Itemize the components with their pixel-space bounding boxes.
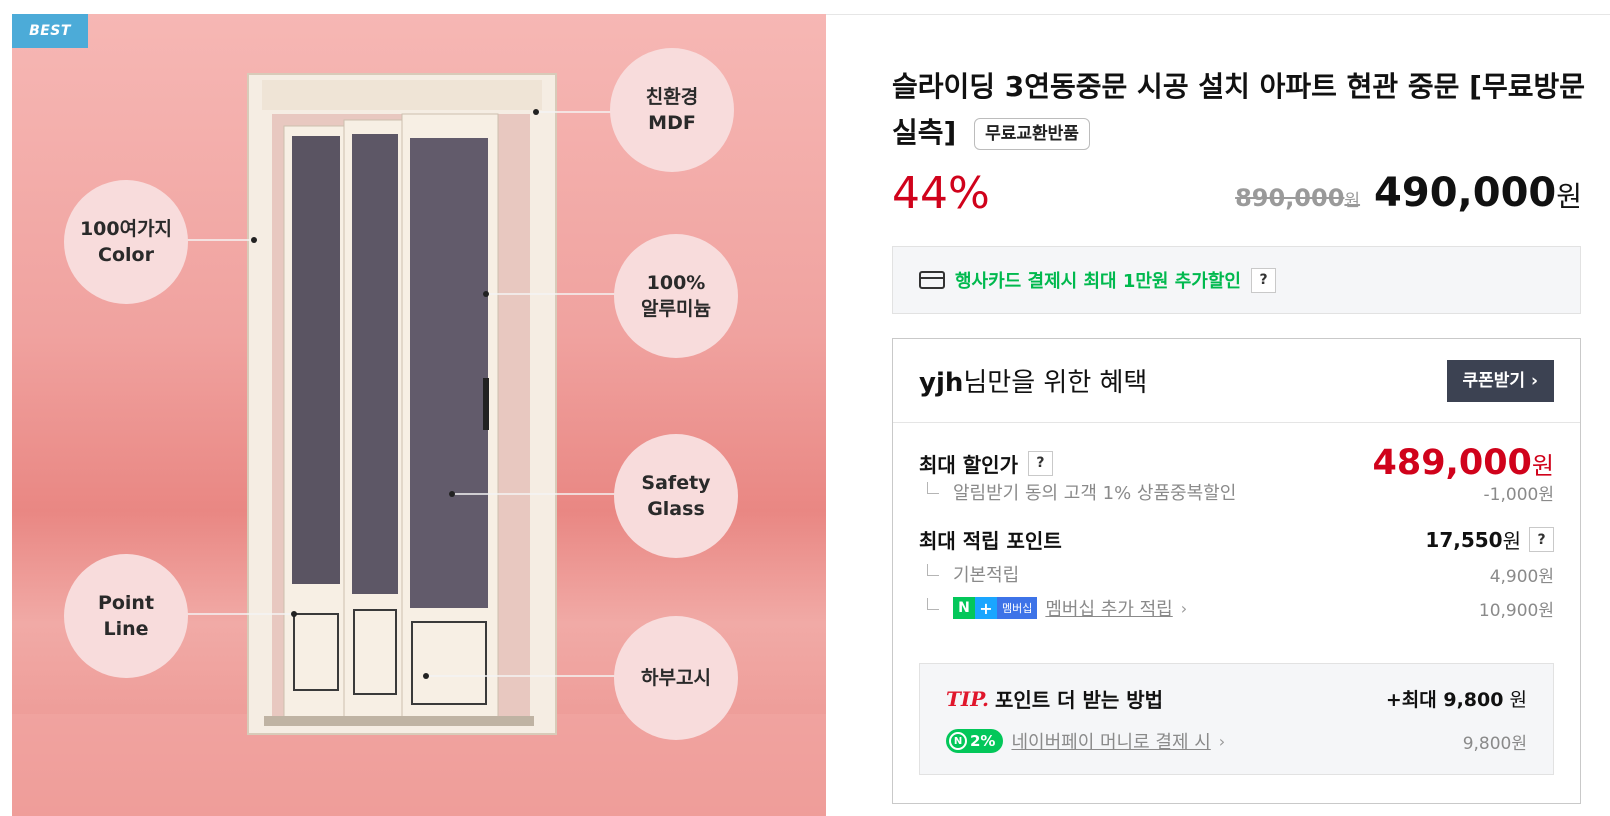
max-discount-label: 최대 할인가 ? (919, 449, 1053, 478)
tip-header-row: TIP. 포인트 더 받는 방법 +최대 9,800 원 (946, 684, 1527, 713)
card-promo-banner: 행사카드 결제시 최대 1만원 추가할인 ? (892, 246, 1581, 314)
original-price: 890,000원 (1235, 184, 1360, 212)
max-discount-row: 최대 할인가 ? 489,000원 (919, 443, 1554, 483)
best-badge: BEST (12, 14, 88, 48)
max-discount-sub-text: 알림받기 동의 고객 1% 상품중복할인 (953, 483, 1237, 504)
max-discount-price-unit: 원 (1531, 452, 1554, 480)
original-price-value: 890,000 (1235, 184, 1345, 212)
tip-label-text: 포인트 더 받는 방법 (994, 688, 1164, 712)
price-row: 890,000원 490,000원 (1235, 170, 1582, 216)
callout-eco-mdf: 친환경 MDF (610, 48, 734, 172)
points-row: 최대 적립 포인트 17,550 원 ? (919, 525, 1554, 554)
membership-points-value: 10,900원 (1478, 600, 1554, 621)
membership-points-row: N + 멤버십 멤버십 추가 적립 › 10,900원 (919, 595, 1554, 621)
npay-percent-badge: N 2% (946, 729, 1004, 753)
membership-badge-text: 멤버십 (997, 597, 1038, 619)
membership-points-label: N + 멤버십 멤버십 추가 적립 › (919, 595, 1187, 621)
benefit-title-user: yjh (919, 368, 964, 398)
elbow-icon (927, 598, 939, 610)
callout-color: 100여가지 Color (64, 180, 188, 304)
callout-lower-rail: 하부고시 (614, 616, 738, 740)
card-promo-help-button[interactable]: ? (1251, 267, 1276, 293)
tip-label: TIP. 포인트 더 받는 방법 (946, 684, 1163, 713)
chevron-right-icon: › (1218, 731, 1226, 751)
product-title: 슬라이딩 3연동중문 시공 설치 아파트 현관 중문 [무료방문실측] 무료교환… (892, 64, 1592, 156)
callout-point-line: Point Line (64, 554, 188, 678)
callout-aluminum: 100% 알루미늄 (614, 234, 738, 358)
sale-price-value: 490,000 (1374, 170, 1557, 216)
naver-pay-icon: N (949, 732, 967, 750)
npay-money-label: N 2% 네이버페이 머니로 결제 시 › (946, 728, 1225, 754)
free-return-tag: 무료교환반품 (974, 118, 1090, 150)
credit-card-icon (919, 271, 945, 289)
max-discount-sub-label: 알림받기 동의 고객 1% 상품중복할인 (919, 479, 1236, 505)
top-divider (826, 14, 1610, 15)
max-discount-label-text: 최대 할인가 (919, 452, 1018, 477)
max-discount-price: 489,000원 (1372, 443, 1554, 483)
max-discount-price-value: 489,000 (1372, 443, 1532, 483)
naver-n-icon: N (953, 597, 975, 619)
max-discount-help-button[interactable]: ? (1027, 450, 1053, 476)
npay-money-value: 9,800원 (1462, 733, 1527, 754)
points-label: 최대 적립 포인트 (919, 529, 1062, 553)
points-help-button[interactable]: ? (1529, 527, 1554, 552)
sale-price: 490,000원 (1374, 170, 1582, 216)
naver-membership-badge: N + 멤버십 (953, 597, 1038, 619)
callout-safety-glass: Safety Glass (614, 434, 738, 558)
points-value-number: 17,550 (1425, 527, 1503, 552)
elbow-icon (927, 564, 939, 576)
benefit-title-rest: 님만을 위한 혜택 (963, 368, 1148, 398)
tip-word: TIP. (946, 686, 989, 711)
coupon-button[interactable]: 쿠폰받기 › (1446, 359, 1554, 402)
max-discount-sub-value: -1,000원 (1483, 484, 1554, 505)
product-image[interactable]: BEST 친환경 MDF 100여가지 Color 100% 알루미늄 Safe… (12, 14, 826, 816)
tip-max-unit: 원 (1503, 689, 1528, 711)
original-price-unit: 원 (1344, 191, 1361, 211)
plus-icon: + (975, 597, 997, 619)
sale-price-unit: 원 (1556, 180, 1582, 213)
npay-money-link[interactable]: 네이버페이 머니로 결제 시 (1011, 728, 1210, 754)
tip-npay-row: N 2% 네이버페이 머니로 결제 시 › 9,800원 (946, 728, 1527, 754)
tip-max-prefix: +최대 (1385, 689, 1444, 711)
tip-max-points: +최대 9,800 원 (1386, 685, 1527, 712)
points-value-unit: 원 (1502, 529, 1521, 553)
membership-points-link[interactable]: 멤버십 추가 적립 (1045, 595, 1172, 621)
base-points-value: 4,900원 (1489, 566, 1554, 587)
max-discount-sub-row: 알림받기 동의 고객 1% 상품중복할인 -1,000원 (919, 479, 1554, 505)
benefit-title: yjh님만을 위한 혜택 (919, 362, 1147, 399)
card-promo-text: 행사카드 결제시 최대 1만원 추가할인 (955, 271, 1241, 292)
benefit-header: yjh님만을 위한 혜택 쿠폰받기 › (893, 339, 1580, 423)
npay-percent-text: 2% (970, 732, 996, 750)
member-benefit-box: yjh님만을 위한 혜택 쿠폰받기 › 최대 할인가 ? 489,000원 알림… (892, 338, 1581, 804)
base-points-label-text: 기본적립 (953, 565, 1020, 586)
base-points-label: 기본적립 (919, 561, 1019, 587)
base-points-row: 기본적립 4,900원 (919, 561, 1554, 587)
chevron-right-icon: › (1180, 598, 1188, 618)
tip-box: TIP. 포인트 더 받는 방법 +최대 9,800 원 N 2% 네이버페이 머… (919, 663, 1554, 775)
tip-max-value: 9,800 (1443, 689, 1504, 711)
points-value: 17,550 원 ? (1425, 525, 1554, 554)
elbow-icon (927, 482, 939, 494)
discount-rate: 44% (892, 168, 990, 219)
